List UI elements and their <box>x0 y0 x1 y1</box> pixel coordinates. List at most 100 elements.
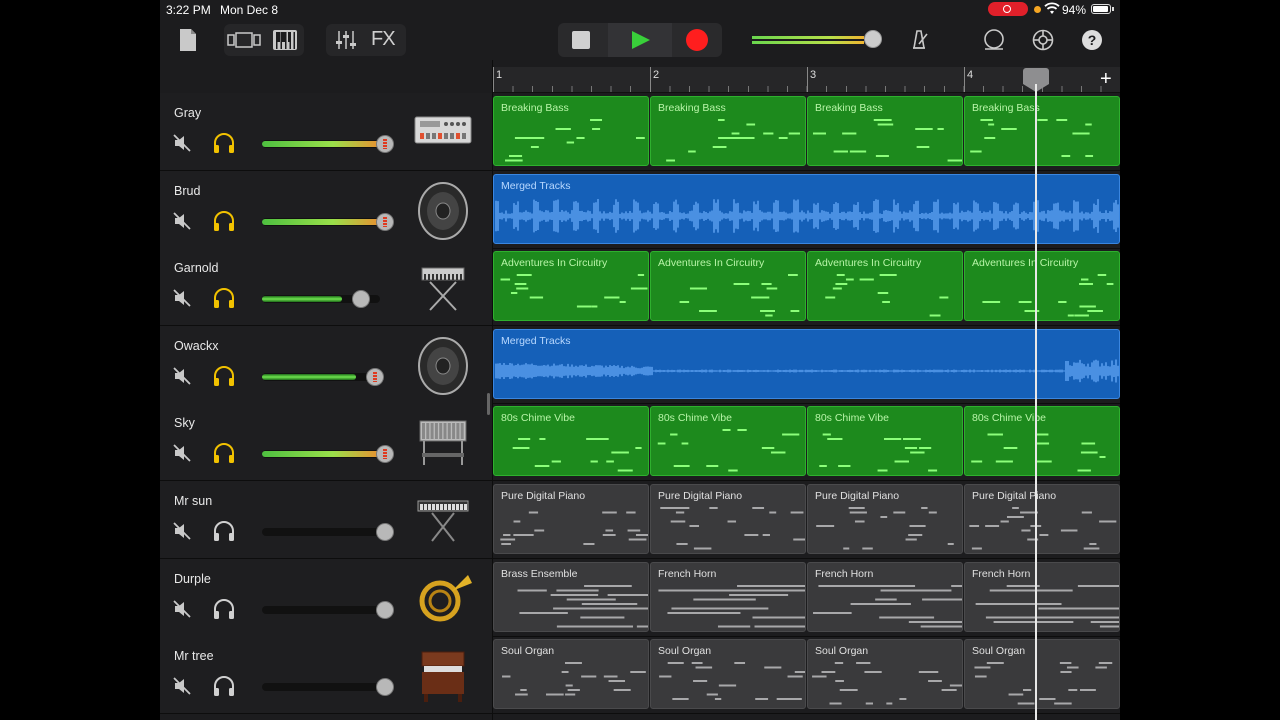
metronome-icon[interactable] <box>908 28 930 50</box>
my-songs-icon[interactable] <box>178 28 198 52</box>
track-volume-slider[interactable] <box>262 290 384 308</box>
record-button[interactable] <box>686 29 708 51</box>
tracks-view-icon[interactable] <box>227 31 263 49</box>
region[interactable]: Pure Digital Piano <box>964 484 1120 554</box>
region[interactable]: Breaking Bass <box>650 96 806 166</box>
track-regions-area[interactable]: Breaking Bass Breaking Bass Breaking Bass B… <box>493 93 1120 720</box>
region[interactable]: Breaking Bass <box>807 96 963 166</box>
track-lane[interactable]: Breaking Bass Breaking Bass Breaking Bass B… <box>493 93 1120 171</box>
region[interactable]: Soul Organ <box>807 639 963 709</box>
track-lane[interactable]: Pure Digital Piano Pure Digital Piano Pure… <box>493 481 1120 559</box>
region[interactable]: Merged Tracks <box>493 329 1120 399</box>
region[interactable]: Breaking Bass <box>964 96 1120 166</box>
mute-speaker-icon[interactable] <box>172 676 192 696</box>
region[interactable]: Adventures In Circuitry <box>807 251 963 321</box>
track-lane[interactable]: Brass Ensemble French Horn French Horn Fren… <box>493 559 1120 637</box>
screen-recording-icon[interactable] <box>988 2 1028 16</box>
track-header[interactable]: Mr tree <box>160 636 492 714</box>
solo-headphones-icon[interactable] <box>212 287 236 309</box>
mute-speaker-icon[interactable] <box>172 366 192 386</box>
track-lane[interactable]: Merged Tracks <box>493 171 1120 249</box>
region[interactable]: Soul Organ <box>964 639 1120 709</box>
solo-headphones-icon[interactable] <box>212 365 236 387</box>
volume-knob[interactable] <box>376 445 394 463</box>
instrument-thumbnail[interactable] <box>412 491 474 551</box>
track-header[interactable]: Durple <box>160 559 492 637</box>
track-header[interactable]: Owackx <box>160 326 492 404</box>
loop-browser-icon[interactable] <box>982 28 1006 52</box>
volume-knob[interactable] <box>376 523 394 541</box>
track-header[interactable]: Gray <box>160 93 492 171</box>
region[interactable]: French Horn <box>807 562 963 632</box>
region[interactable]: Soul Organ <box>650 639 806 709</box>
track-lane[interactable]: 80s Chime Vibe 80s Chime Vibe 80s Chime Vi… <box>493 403 1120 481</box>
playhead-handle[interactable] <box>1023 68 1050 92</box>
solo-headphones-icon[interactable] <box>212 132 236 154</box>
master-volume-slider[interactable] <box>752 35 872 45</box>
region[interactable]: 80s Chime Vibe <box>964 406 1120 476</box>
instrument-thumbnail[interactable] <box>412 181 474 241</box>
region[interactable]: French Horn <box>964 562 1120 632</box>
volume-knob[interactable] <box>376 135 394 153</box>
track-volume-slider[interactable] <box>262 368 385 386</box>
track-volume-slider[interactable] <box>262 445 394 463</box>
region[interactable]: Pure Digital Piano <box>493 484 649 554</box>
track-header[interactable]: Sky <box>160 403 492 481</box>
track-volume-slider[interactable] <box>262 213 394 231</box>
add-section-button[interactable]: + <box>1100 68 1112 91</box>
track-volume-slider[interactable] <box>262 523 394 541</box>
solo-headphones-icon[interactable] <box>212 675 236 697</box>
solo-headphones-icon[interactable] <box>212 520 236 542</box>
instrument-thumbnail[interactable] <box>412 646 474 706</box>
instrument-thumbnail[interactable] <box>412 103 474 163</box>
instrument-thumbnail[interactable] <box>412 413 474 473</box>
master-volume-knob[interactable] <box>864 30 883 48</box>
mute-speaker-icon[interactable] <box>172 211 192 231</box>
track-header[interactable]: Mr sun <box>160 481 492 559</box>
volume-knob[interactable] <box>366 368 385 386</box>
instrument-thumbnail[interactable] <box>412 336 474 396</box>
header-resize-handle[interactable] <box>487 393 490 415</box>
region[interactable]: 80s Chime Vibe <box>807 406 963 476</box>
track-lane[interactable]: Merged Tracks <box>493 326 1120 404</box>
volume-knob[interactable] <box>376 601 394 619</box>
region[interactable]: 80s Chime Vibe <box>493 406 649 476</box>
region[interactable]: Adventures In Circuitry <box>493 251 649 321</box>
mute-speaker-icon[interactable] <box>172 133 192 153</box>
solo-headphones-icon[interactable] <box>212 210 236 232</box>
play-button[interactable] <box>632 31 650 49</box>
solo-headphones-icon[interactable] <box>212 442 236 464</box>
volume-knob[interactable] <box>376 678 394 696</box>
region[interactable]: Pure Digital Piano <box>807 484 963 554</box>
instrument-thumbnail[interactable] <box>412 569 474 629</box>
track-volume-slider[interactable] <box>262 135 394 153</box>
region[interactable]: 80s Chime Vibe <box>650 406 806 476</box>
mute-speaker-icon[interactable] <box>172 599 192 619</box>
volume-knob[interactable] <box>376 213 394 231</box>
mute-speaker-icon[interactable] <box>172 288 192 308</box>
track-header[interactable]: Garnold <box>160 248 492 326</box>
fx-button[interactable]: FX <box>371 28 396 51</box>
settings-gear-icon[interactable] <box>1031 28 1055 52</box>
region[interactable]: Adventures In Circuitry <box>650 251 806 321</box>
region[interactable]: Adventures In Circuitry <box>964 251 1120 321</box>
region[interactable]: French Horn <box>650 562 806 632</box>
mute-speaker-icon[interactable] <box>172 443 192 463</box>
region[interactable]: Pure Digital Piano <box>650 484 806 554</box>
track-lane[interactable]: Adventures In Circuitry Adventures In Cir… <box>493 248 1120 326</box>
solo-headphones-icon[interactable] <box>212 598 236 620</box>
track-lane[interactable]: Soul Organ Soul Organ Soul Organ Soul Organ <box>493 636 1120 714</box>
track-volume-slider[interactable] <box>262 601 394 619</box>
instrument-thumbnail[interactable] <box>412 258 474 318</box>
track-header[interactable]: Brud <box>160 171 492 249</box>
mixer-icon[interactable] <box>335 29 357 51</box>
stop-button[interactable] <box>572 31 590 49</box>
region[interactable]: Merged Tracks <box>493 174 1120 244</box>
region[interactable]: Breaking Bass <box>493 96 649 166</box>
keyboard-icon[interactable] <box>272 29 298 51</box>
volume-knob[interactable] <box>352 290 371 308</box>
track-volume-slider[interactable] <box>262 678 394 696</box>
region[interactable]: Soul Organ <box>493 639 649 709</box>
region[interactable]: Brass Ensemble <box>493 562 649 632</box>
help-button[interactable]: ? <box>1082 30 1102 50</box>
